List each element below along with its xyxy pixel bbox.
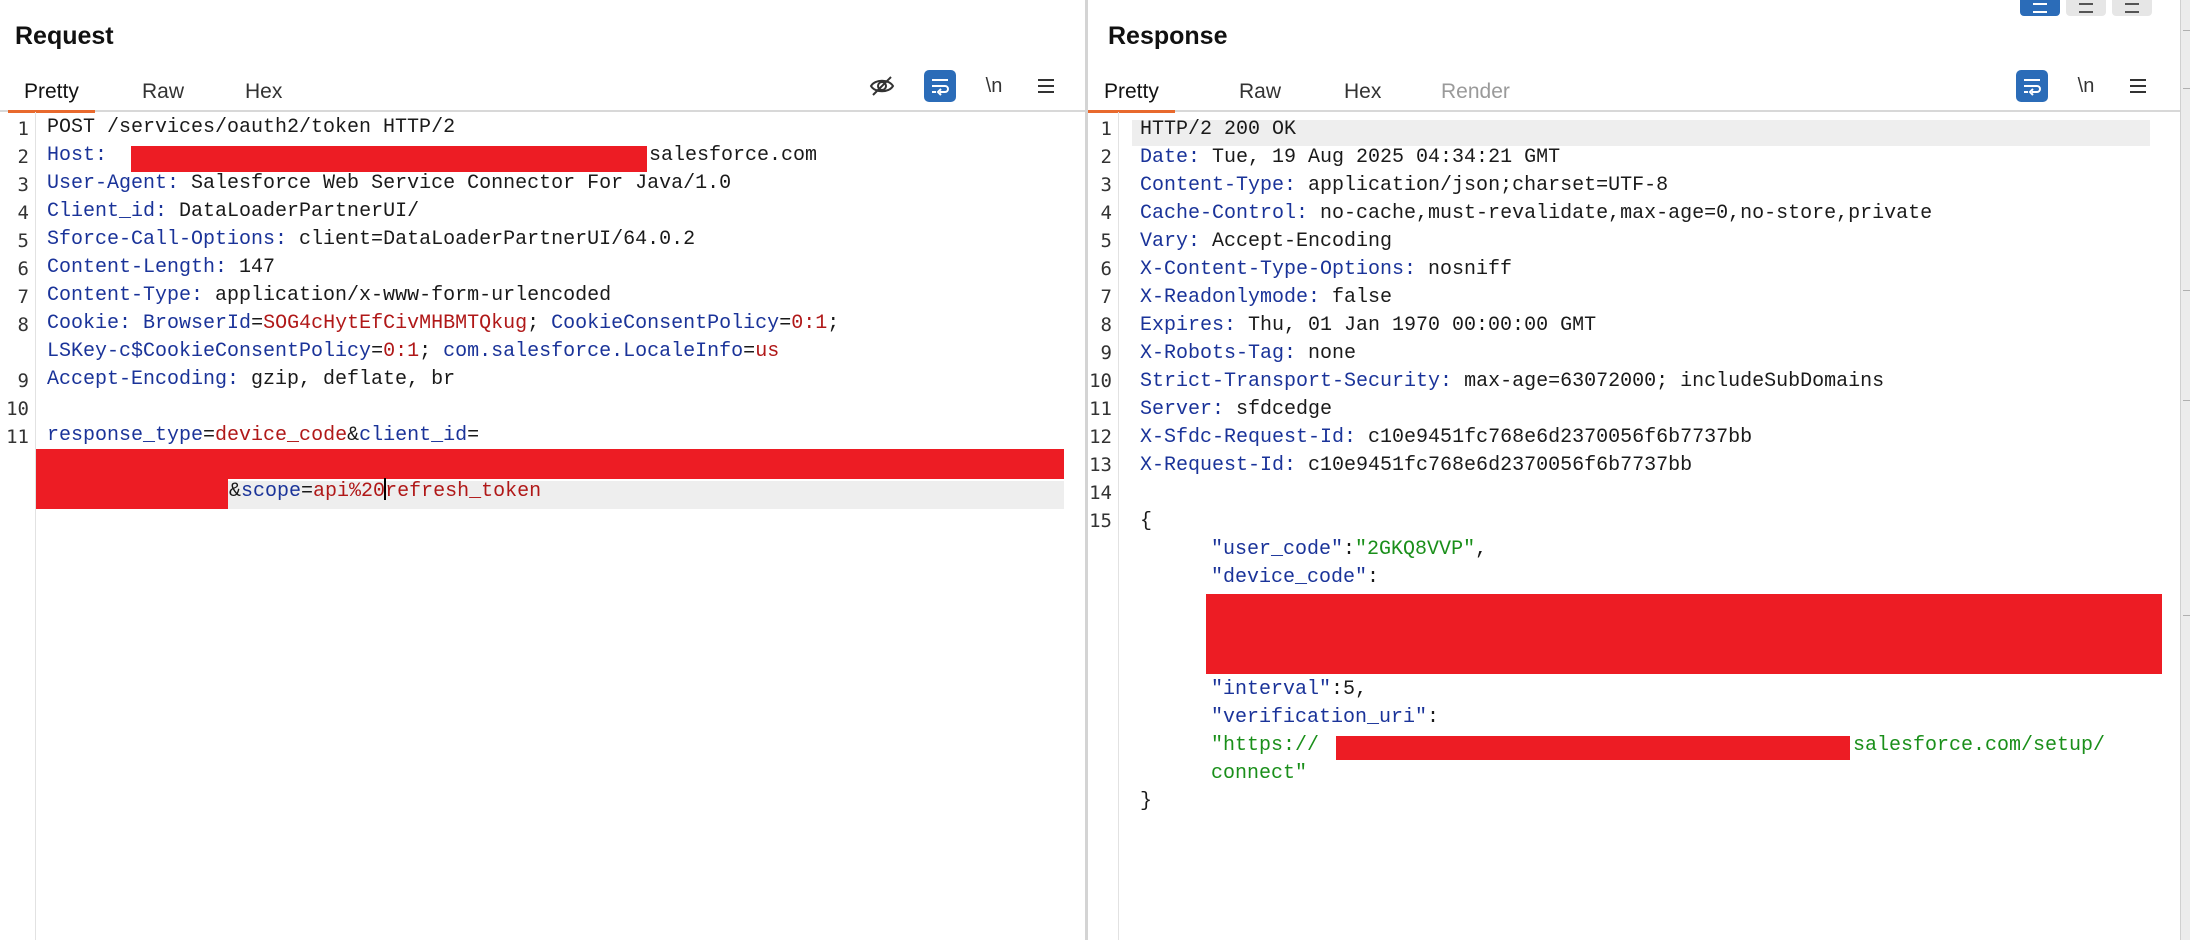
request-line: Host: [47,144,108,167]
line-number: 3 [1100,174,1112,196]
request-line-gutter: 1 2 3 4 5 6 7 8 9 10 11 [0,112,36,940]
line-number: 5 [1100,230,1112,252]
request-line: Accept-Encoding: gzip, deflate, br [47,368,456,391]
response-line: connect" [1211,762,1308,785]
layout-toggle-group [2020,0,2158,18]
redaction-host [131,146,647,172]
response-line: X-Request-Id: c10e9451fc768e6d2370056f6b… [1140,454,1693,477]
request-line: salesforce.com [649,144,818,167]
redaction-device-code [1206,594,2162,674]
split-horizontal-icon[interactable] [2066,0,2106,16]
response-line: Vary: Accept-Encoding [1140,230,1393,253]
newline-toggle-button[interactable]: \n [978,70,1010,102]
line-number: 5 [17,230,29,252]
response-line: X-Readonlymode: false [1140,286,1393,309]
request-tab-raw[interactable]: Raw [126,74,200,110]
response-title: Response [1108,22,1228,50]
response-line: salesforce.com/setup/ [1853,734,2106,757]
hamburger-menu-icon[interactable] [1030,70,1062,102]
response-editor[interactable]: 1 2 3 4 5 6 7 8 9 10 11 12 13 14 15 HTTP… [1088,112,2180,940]
response-line-gutter: 1 2 3 4 5 6 7 8 9 10 11 12 13 14 15 [1088,112,1119,940]
line-number: 11 [1089,398,1112,420]
line-number: 3 [17,174,29,196]
response-tabs: Pretty Raw Hex Render \n [1088,68,2180,113]
request-tab-pretty[interactable]: Pretty [8,74,95,113]
response-line: "interval":5, [1211,678,1368,701]
response-line: Content-Type: application/json;charset=U… [1140,174,1669,197]
request-line: LSKey-c$CookieConsentPolicy=0:1; com.sal… [47,340,780,363]
line-number: 1 [17,118,29,140]
request-tabs: Pretty Raw Hex \n [0,68,1085,113]
line-number: 6 [17,258,29,280]
response-line: Expires: Thu, 01 Jan 1970 00:00:00 GMT [1140,314,1597,337]
response-line: "device_code": [1211,566,1380,589]
line-number: 10 [1089,370,1112,392]
line-number: 12 [1089,426,1112,448]
redaction-verification-host [1336,736,1850,760]
request-line: POST /services/oauth2/token HTTP/2 [47,116,456,139]
request-line: User-Agent: Salesforce Web Service Conne… [47,172,732,195]
line-number: 7 [1100,286,1112,308]
response-tab-pretty[interactable]: Pretty [1088,74,1175,113]
response-line: HTTP/2 200 OK [1140,118,1297,141]
eye-off-icon[interactable] [866,70,898,102]
line-number: 9 [17,370,29,392]
redaction-client-id [36,449,1064,479]
request-line: Content-Length: 147 [47,256,276,279]
response-line: Cache-Control: no-cache,must-revalidate,… [1140,202,1933,225]
line-number: 2 [17,146,29,168]
response-line: Server: sfdcedge [1140,398,1333,421]
request-pane: Request Pretty Raw Hex \n 1 2 3 4 5 6 7 … [0,0,1085,940]
request-line: response_type=device_code&client_id= [47,424,480,447]
request-line: Cookie: BrowserId=SOG4cHytEfCivMHBMTQkug… [47,312,840,335]
response-line: "verification_uri": [1211,706,1440,729]
line-number: 2 [1100,146,1112,168]
line-number: 11 [6,426,29,448]
response-tab-hex[interactable]: Hex [1328,74,1397,110]
response-line: "https:// [1211,734,1320,757]
line-number: 8 [1100,314,1112,336]
redaction-client-id [36,478,228,509]
line-number: 6 [1100,258,1112,280]
line-number: 4 [1100,202,1112,224]
response-tab-raw[interactable]: Raw [1223,74,1297,110]
response-line: { [1140,510,1153,533]
line-number: 1 [1100,118,1112,140]
wrap-icon[interactable] [2016,70,2048,102]
response-line: "user_code":"2GKQ8VVP", [1211,538,1488,561]
request-line: Client_id: DataLoaderPartnerUI/ [47,200,420,223]
line-number: 10 [6,398,29,420]
request-tab-hex[interactable]: Hex [229,74,298,110]
hamburger-menu-icon[interactable] [2122,70,2154,102]
newline-toggle-button[interactable]: \n [2070,70,2102,102]
request-line: &scope=api%20refresh_token [229,478,542,503]
response-line: Strict-Transport-Security: max-age=63072… [1140,370,1885,393]
response-line: } [1140,790,1153,813]
line-number: 14 [1089,482,1112,504]
response-tab-render[interactable]: Render [1425,74,1526,110]
split-vertical-icon[interactable] [2020,0,2060,16]
request-title: Request [15,22,114,50]
request-editor[interactable]: 1 2 3 4 5 6 7 8 9 10 11 POST /services/o… [0,112,1085,940]
response-line: Date: Tue, 19 Aug 2025 04:34:21 GMT [1140,146,1561,169]
single-pane-icon[interactable] [2112,0,2152,16]
line-number: 9 [1100,342,1112,364]
line-number: 8 [17,314,29,336]
line-number: 7 [17,286,29,308]
line-number: 4 [17,202,29,224]
request-line: Content-Type: application/x-www-form-url… [47,284,612,307]
response-line: X-Robots-Tag: none [1140,342,1357,365]
line-number: 15 [1089,510,1112,532]
wrap-icon[interactable] [924,70,956,102]
line-number: 13 [1089,454,1112,476]
request-line: Sforce-Call-Options: client=DataLoaderPa… [47,228,696,251]
response-line: X-Content-Type-Options: nosniff [1140,258,1513,281]
response-line: X-Sfdc-Request-Id: c10e9451fc768e6d23700… [1140,426,1753,449]
right-side-scrollbar[interactable] [2180,0,2190,940]
response-pane: Response Pretty Raw Hex Render \n 1 2 3 … [1088,0,2180,940]
